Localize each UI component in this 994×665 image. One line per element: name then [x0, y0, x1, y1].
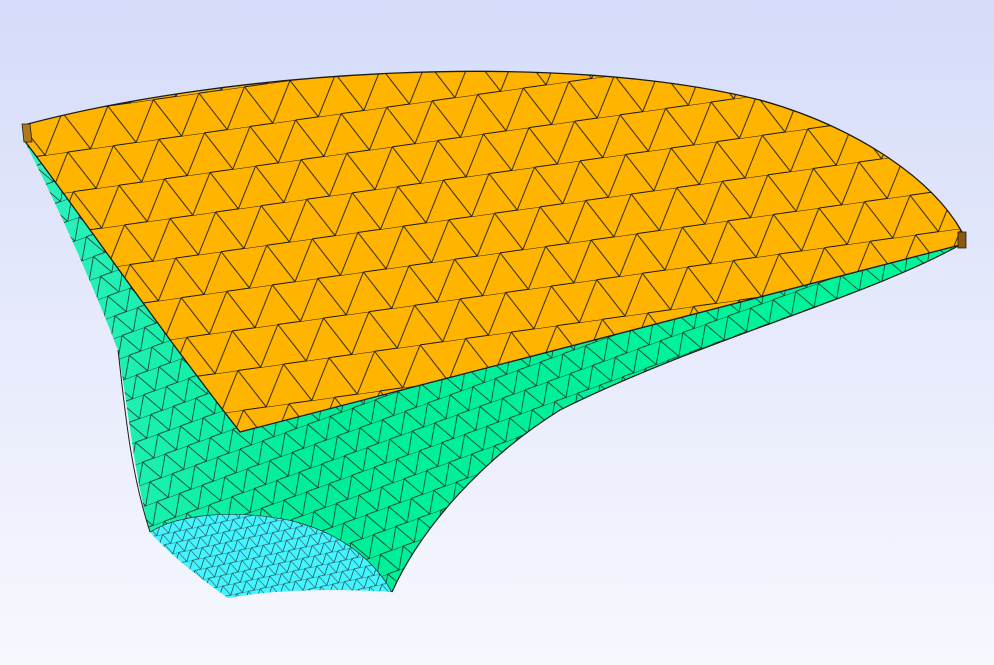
- mesh-scene[interactable]: [0, 0, 994, 665]
- 3d-viewport[interactable]: [0, 0, 994, 665]
